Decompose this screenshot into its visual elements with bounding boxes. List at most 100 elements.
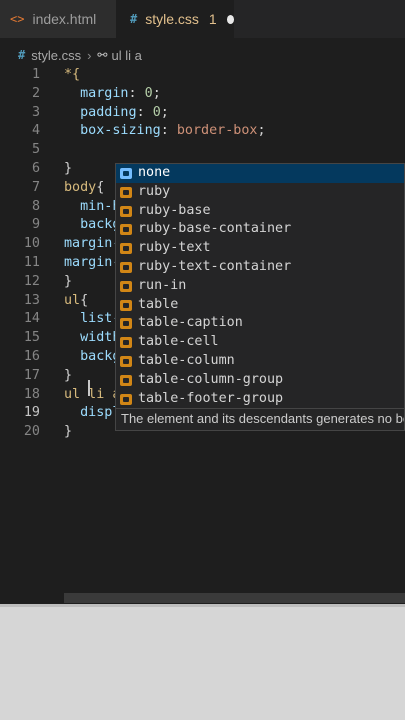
suggestion-label: ruby-text [138, 240, 211, 256]
token: 0 [144, 85, 153, 101]
property-value-icon [120, 299, 132, 311]
selector-icon: ⚯ [97, 48, 108, 62]
line-number: 15 [23, 330, 40, 346]
line-number: 3 [31, 104, 40, 120]
suggestion-label: table-cell [138, 334, 219, 350]
token: list- [64, 311, 121, 327]
line-number: 5 [31, 142, 40, 158]
token: : [128, 85, 145, 101]
token: backg [64, 348, 121, 364]
line-number: 1 [31, 67, 40, 82]
code-text: } [64, 273, 72, 292]
breadcrumb: # style.css › ⚯ ul li a [0, 44, 405, 66]
problems-count-badge: 1 [208, 11, 217, 27]
token: { [96, 179, 105, 195]
token: displ [64, 405, 121, 421]
code-line[interactable]: 4 box-sizing: border-box; [0, 122, 405, 141]
code-text: } [64, 423, 72, 442]
line-number: 16 [23, 348, 40, 364]
suggestion-item[interactable]: ruby [116, 183, 404, 202]
property-value-icon [120, 243, 132, 255]
token: width [64, 330, 121, 346]
code-text: box-sizing: border-box; [64, 122, 266, 141]
code-text: backg [64, 216, 120, 235]
lower-panel [0, 604, 405, 720]
suggestion-item[interactable]: ruby-text-container [116, 258, 404, 277]
suggestion-details: The element and its descendants generate… [115, 409, 405, 431]
css-file-icon: # [18, 48, 26, 62]
line-number: 4 [31, 123, 40, 139]
suggestion-label: table-caption [138, 315, 243, 331]
token: 0 [152, 104, 161, 120]
token: : [136, 104, 153, 120]
horizontal-scrollbar[interactable] [64, 593, 405, 603]
code-text: width [64, 329, 120, 348]
suggestion-item[interactable]: table-column [116, 352, 404, 371]
token: ul [64, 292, 81, 308]
suggestion-label: table-column-group [138, 371, 284, 387]
property-value-icon [120, 374, 132, 386]
line-number: 10 [23, 236, 40, 252]
token: ; [257, 123, 266, 139]
unsaved-dot-icon[interactable] [226, 14, 234, 24]
code-text: margin- [64, 235, 120, 254]
tab-bar: <> index.html # style.css 1 [0, 0, 405, 38]
suggestion-label: table-column [138, 352, 235, 368]
code-line[interactable]: 2 margin: 0; [0, 85, 405, 104]
suggestion-item[interactable]: none [116, 164, 404, 183]
property-value-icon [120, 168, 132, 179]
token: } [64, 160, 73, 176]
line-number: 17 [23, 367, 40, 383]
property-value-icon [120, 224, 132, 236]
code-text: } [64, 160, 72, 179]
line-number: 18 [23, 386, 40, 402]
code-text: margin: 0; [64, 85, 161, 104]
suggestion-item[interactable]: table [116, 296, 404, 315]
code-text: *{ [64, 66, 80, 85]
suggestion-widget[interactable]: none ruby ruby-base ruby-base-container ruby… [115, 163, 405, 409]
code-text: displ [64, 404, 120, 423]
property-value-icon [120, 205, 132, 217]
suggestion-item[interactable]: table-caption [116, 314, 404, 333]
line-number: 6 [31, 160, 40, 176]
panel-divider [0, 604, 405, 607]
suggestion-item[interactable]: run-in [116, 277, 404, 296]
suggestion-item[interactable]: ruby-base [116, 202, 404, 221]
line-number: 13 [23, 292, 40, 308]
breadcrumb-file[interactable]: style.css [31, 48, 81, 63]
property-value-icon [120, 318, 132, 330]
code-line[interactable]: 5 [0, 141, 405, 160]
suggestion-label: table [138, 296, 179, 312]
suggestion-item[interactable]: table-cell [116, 333, 404, 352]
property-value-icon [120, 261, 132, 273]
code-text: min-h [64, 198, 120, 217]
breadcrumb-symbol[interactable]: ul li a [111, 48, 141, 63]
token: } [64, 367, 73, 383]
suggestion-item[interactable]: ruby-text [116, 239, 404, 258]
code-editor[interactable]: <> index.html # style.css 1 # style.css … [0, 0, 405, 604]
line-number: 19 [23, 405, 40, 421]
suggestion-item[interactable]: table-footer-group [116, 390, 404, 408]
line-number: 8 [31, 198, 40, 214]
suggestion-item[interactable]: ruby-base-container [116, 220, 404, 239]
suggestion-label: run-in [138, 277, 187, 293]
tab-style-css[interactable]: # style.css 1 [116, 0, 234, 38]
tab-index-html[interactable]: <> index.html [0, 0, 116, 38]
token: ; [152, 85, 161, 101]
token: border-box [176, 123, 258, 139]
tab-label: index.html [32, 11, 97, 27]
code-line[interactable]: 1 *{ [0, 66, 405, 85]
line-number: 20 [23, 424, 40, 440]
token: backg [64, 217, 121, 233]
code-line[interactable]: 3 padding: 0; [0, 104, 405, 123]
code-text: padding: 0; [64, 104, 169, 123]
code-text: } [64, 367, 72, 386]
suggestion-item[interactable]: table-column-group [116, 371, 404, 390]
token: margin [64, 85, 129, 101]
token: margin- [64, 254, 121, 270]
code-text: list- [64, 310, 120, 329]
property-value-icon [120, 186, 132, 198]
suggestion-label: ruby-base-container [138, 221, 292, 237]
text-cursor [88, 380, 90, 396]
line-number: 12 [23, 273, 40, 289]
